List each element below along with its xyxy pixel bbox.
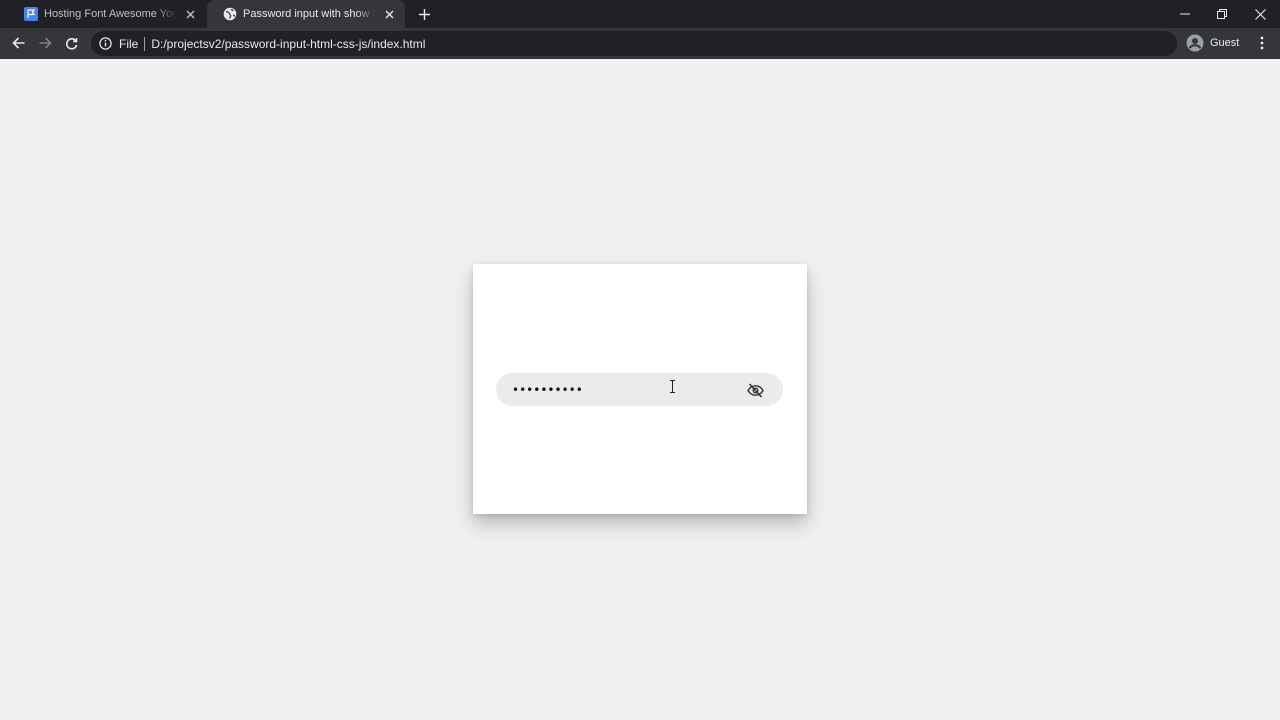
reload-icon[interactable] (60, 32, 82, 54)
flag-icon (24, 7, 38, 21)
eye-slash-icon[interactable] (746, 381, 764, 399)
address-bar[interactable]: File D:/projectsv2/password-input-html-c… (91, 31, 1177, 56)
tab-strip: Hosting Font Awesome Yourself | Password… (0, 0, 1280, 28)
profile-button[interactable]: Guest (1186, 33, 1239, 53)
password-field-wrapper (496, 373, 783, 406)
password-card (473, 264, 807, 514)
tab-hosting-font-awesome[interactable]: Hosting Font Awesome Yourself | (8, 0, 206, 28)
new-tab-icon[interactable] (414, 5, 434, 23)
password-input[interactable] (512, 373, 732, 406)
tab-title: Password input with show hide t (243, 8, 375, 20)
tab-close-icon[interactable] (182, 6, 198, 22)
address-separator (144, 36, 146, 51)
globe-icon (223, 7, 237, 21)
profile-label: Guest (1210, 37, 1240, 49)
forward-icon[interactable] (34, 32, 56, 54)
restore-icon[interactable] (1203, 0, 1241, 28)
url-text[interactable]: D:/projectsv2/password-input-html-css-js… (151, 37, 425, 51)
tab-close-icon[interactable] (381, 6, 397, 22)
avatar-icon (1186, 34, 1204, 52)
info-icon[interactable] (99, 37, 113, 51)
minimize-icon[interactable] (1166, 0, 1204, 28)
scheme-label: File (119, 36, 139, 51)
text-cursor-icon (670, 380, 675, 393)
tab-title: Hosting Font Awesome Yourself | (44, 8, 176, 20)
close-window-icon[interactable] (1241, 0, 1279, 28)
page-viewport (0, 59, 1280, 720)
tab-password-input[interactable]: Password input with show hide t (207, 0, 405, 28)
more-menu-icon[interactable] (1252, 33, 1272, 53)
back-icon[interactable] (7, 32, 29, 54)
browser-toolbar: File D:/projectsv2/password-input-html-c… (0, 28, 1280, 59)
